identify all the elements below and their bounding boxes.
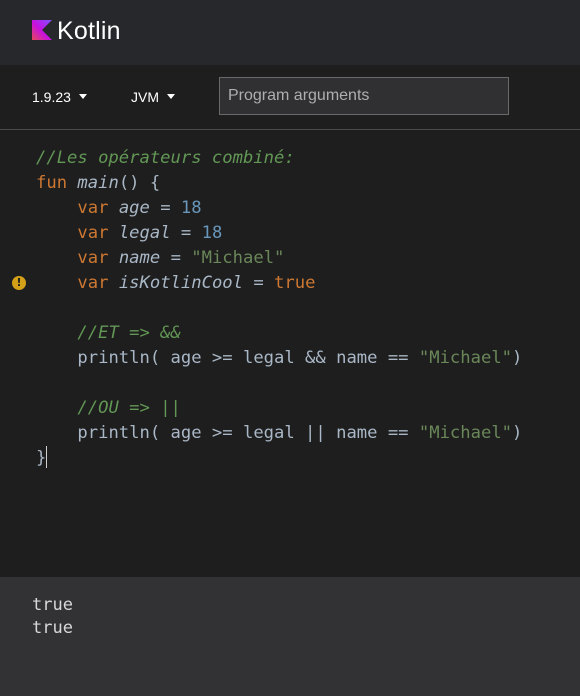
output-panel: true true xyxy=(0,577,580,696)
function-name: main xyxy=(77,173,119,193)
identifier: isKotlinCool xyxy=(118,273,243,293)
code-line-13: } xyxy=(36,446,46,471)
kotlin-logo-icon xyxy=(32,20,52,40)
string-literal: "Michael" xyxy=(418,348,513,368)
boolean-literal: true xyxy=(274,273,316,293)
text-cursor xyxy=(46,446,47,468)
code-line-3: var age = 18 xyxy=(36,196,202,221)
keyword: var xyxy=(77,273,109,293)
keyword: var xyxy=(77,198,109,218)
number-literal: 18 xyxy=(180,198,202,218)
code-line-6: var isKotlinCool = true xyxy=(36,271,315,296)
code-text: println( age >= legal || name == xyxy=(77,423,419,443)
keyword: var xyxy=(77,223,109,243)
string-literal: "Michael" xyxy=(191,248,285,268)
closing-brace: } xyxy=(36,448,47,468)
code-line-5: var name = "Michael" xyxy=(36,246,284,271)
code-line-11: //OU => || xyxy=(36,396,181,421)
code-editor[interactable]: //Les opérateurs combiné: fun main() { v… xyxy=(0,130,580,577)
target-dropdown[interactable]: JVM xyxy=(131,88,175,106)
punctuation: ) xyxy=(512,348,523,368)
output-line: true xyxy=(32,595,73,615)
code-line-2: fun main() { xyxy=(36,171,160,196)
toolbar: 1.9.23 JVM xyxy=(0,65,580,130)
operator: = xyxy=(243,273,275,293)
program-arguments-input[interactable] xyxy=(219,77,509,115)
code-line-1: //Les opérateurs combiné: xyxy=(36,146,295,171)
warning-icon[interactable]: ! xyxy=(12,276,26,290)
output-line: true xyxy=(32,618,73,638)
operator: = xyxy=(149,198,181,218)
identifier: legal xyxy=(118,223,171,243)
caret-down-icon xyxy=(167,93,175,99)
comment: //Les opérateurs combiné: xyxy=(36,148,295,168)
brand-title: Kotlin xyxy=(57,17,121,45)
code-text: println( age >= legal && name == xyxy=(77,348,419,368)
punctuation: ) xyxy=(512,423,523,443)
playground-window: Kotlin 1.9.23 JVM //Les opérateurs combi… xyxy=(0,0,580,696)
identifier: name xyxy=(118,248,161,268)
identifier: age xyxy=(118,198,150,218)
comment: //ET => && xyxy=(77,323,181,343)
caret-down-icon xyxy=(78,93,87,99)
operator: = xyxy=(160,248,192,268)
code-line-4: var legal = 18 xyxy=(36,221,222,246)
code-line-12: println( age >= legal || name == "Michae… xyxy=(36,421,522,446)
string-literal: "Michael" xyxy=(418,423,513,443)
target-label: JVM xyxy=(131,89,159,105)
comment: //OU => || xyxy=(77,398,181,418)
keyword: fun xyxy=(36,173,68,193)
keyword: var xyxy=(77,248,109,268)
header-bar: Kotlin xyxy=(0,0,580,65)
code-line-8: //ET => && xyxy=(36,321,181,346)
version-label: 1.9.23 xyxy=(32,89,71,105)
operator: = xyxy=(170,223,202,243)
number-literal: 18 xyxy=(201,223,223,243)
code-line-9: println( age >= legal && name == "Michae… xyxy=(36,346,522,371)
punctuation: () { xyxy=(118,173,161,193)
version-dropdown[interactable]: 1.9.23 xyxy=(32,88,87,106)
